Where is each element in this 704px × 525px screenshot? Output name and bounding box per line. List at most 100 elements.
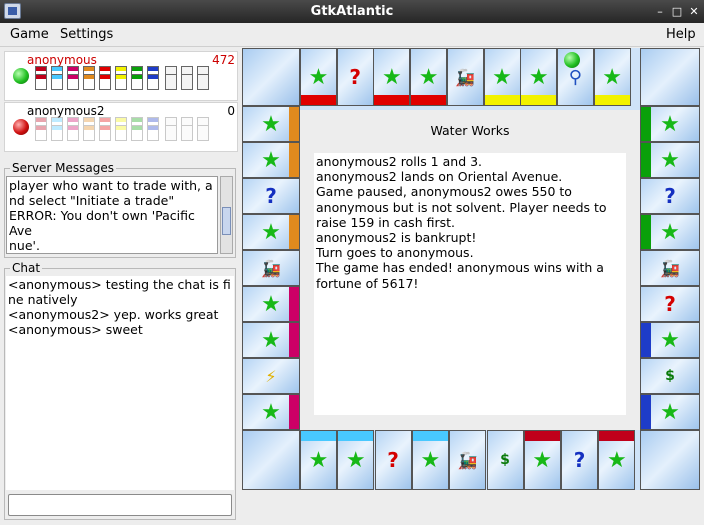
board-square[interactable]: ★	[640, 394, 700, 430]
star-icon: ★	[345, 447, 366, 473]
board-square[interactable]: ★	[337, 430, 375, 490]
player-row-2[interactable]: anonymous2 0	[4, 102, 238, 152]
owned-properties	[35, 66, 235, 100]
free-parking-corner[interactable]	[242, 48, 300, 106]
star-icon: ★	[607, 447, 627, 473]
board-square[interactable]: ★	[242, 394, 300, 430]
chance-icon: ?	[664, 292, 676, 316]
player-row-1[interactable]: anonymous 472	[4, 51, 238, 101]
property-card	[83, 74, 95, 90]
tax-icon: $	[665, 368, 675, 384]
title-bar: GtkAtlantic – □ ✕	[0, 0, 704, 23]
board-square[interactable]: ?	[336, 48, 374, 106]
board-square[interactable]: ★	[373, 48, 411, 106]
scrollbar-thumb[interactable]	[222, 207, 231, 235]
board-square[interactable]: ★	[640, 214, 700, 250]
board-square[interactable]: ?	[640, 178, 700, 214]
community-chest-icon: ?	[664, 184, 676, 208]
board-center: Water Works anonymous2 rolls 1 and 3. an…	[300, 110, 640, 430]
board-square[interactable]: 🚂	[446, 48, 484, 106]
board-square[interactable]: ★	[242, 106, 300, 142]
menu-bar: Game Settings Help	[0, 23, 704, 47]
star-icon: ★	[602, 64, 622, 90]
property-card	[51, 125, 63, 141]
star-icon: ★	[261, 291, 281, 317]
star-icon: ★	[420, 447, 441, 473]
scrollbar[interactable]	[220, 176, 233, 254]
property-card	[67, 74, 79, 90]
maximize-icon[interactable]: □	[669, 4, 685, 19]
star-icon: ★	[261, 219, 281, 245]
board-square[interactable]: ?	[374, 430, 412, 490]
board-square[interactable]: ★	[520, 48, 558, 106]
star-icon: ★	[492, 64, 512, 90]
board-square[interactable]: ★	[523, 430, 561, 490]
menu-help[interactable]: Help	[666, 27, 696, 42]
board-square[interactable]: ?	[561, 430, 599, 490]
server-messages-label: Server Messages	[10, 161, 117, 175]
window-title: GtkAtlantic	[310, 4, 394, 19]
server-messages-text: player who want to trade with, a nd sele…	[6, 176, 218, 254]
railroad-card	[181, 125, 193, 141]
estate-name: Water Works	[430, 123, 510, 138]
railroad-card	[197, 74, 209, 90]
board-square[interactable]: ?	[242, 178, 300, 214]
board-square[interactable]: ★	[242, 322, 300, 358]
property-card	[131, 74, 143, 90]
close-icon[interactable]: ✕	[686, 4, 702, 19]
board-square[interactable]: ★	[300, 430, 337, 490]
game-log: anonymous2 rolls 1 and 3. anonymous2 lan…	[314, 153, 626, 415]
go-corner[interactable]	[640, 430, 700, 490]
board-square[interactable]: ★	[640, 322, 700, 358]
board-square[interactable]: $	[486, 430, 524, 490]
board-square[interactable]: ⚡	[242, 358, 300, 394]
chat-log: <anonymous> testing the chat is fi ne na…	[6, 276, 234, 490]
board-square[interactable]: 🚂	[640, 250, 700, 286]
chance-icon: ?	[349, 65, 361, 89]
board-square[interactable]: ★	[300, 48, 337, 106]
board-square[interactable]: ★	[483, 48, 521, 106]
board-square[interactable]: ★	[410, 48, 448, 106]
board-square[interactable]: ?	[640, 286, 700, 322]
board-square[interactable]: 🚂	[449, 430, 487, 490]
property-card	[35, 74, 47, 90]
player-token-icon	[564, 52, 580, 68]
chat-input[interactable]	[8, 494, 232, 516]
board-square[interactable]: 🚂	[242, 250, 300, 286]
board-square[interactable]: ★	[242, 142, 300, 178]
star-icon: ★	[418, 64, 439, 90]
board-square[interactable]: ★	[640, 142, 700, 178]
railroad-card	[165, 125, 177, 141]
player-money: 0	[227, 104, 235, 118]
board-square[interactable]: ★	[598, 430, 636, 490]
property-card	[99, 74, 111, 90]
menu-game[interactable]: Game	[10, 27, 49, 42]
go-to-jail-corner[interactable]	[640, 48, 700, 106]
community-chest-icon: ?	[265, 184, 277, 208]
owned-properties	[35, 117, 235, 151]
star-icon: ★	[528, 64, 549, 90]
board-square[interactable]: $	[640, 358, 700, 394]
railroad-card	[181, 74, 193, 90]
player-token-icon	[13, 68, 29, 84]
property-card	[147, 74, 159, 90]
star-icon: ★	[660, 111, 680, 137]
board-square[interactable]: ★	[411, 430, 449, 490]
railroad-icon: 🚂	[261, 258, 281, 278]
board-square[interactable]: ★	[242, 214, 300, 250]
property-card	[115, 74, 127, 90]
railroad-card	[165, 74, 177, 90]
star-icon: ★	[660, 327, 680, 353]
railroad-icon: 🚂	[455, 67, 476, 87]
minimize-icon[interactable]: –	[652, 4, 668, 19]
board-square[interactable]: ★	[640, 106, 700, 142]
player-name: anonymous	[27, 53, 97, 67]
board-square[interactable]: ★	[593, 48, 631, 106]
electric-company-icon: ⚡	[265, 366, 277, 386]
chance-icon: ?	[387, 448, 399, 472]
menu-settings[interactable]: Settings	[60, 27, 113, 42]
player-token-icon	[13, 119, 29, 135]
board-square[interactable]: ★	[242, 286, 300, 322]
jail-corner[interactable]	[242, 430, 300, 490]
property-card	[115, 125, 127, 141]
